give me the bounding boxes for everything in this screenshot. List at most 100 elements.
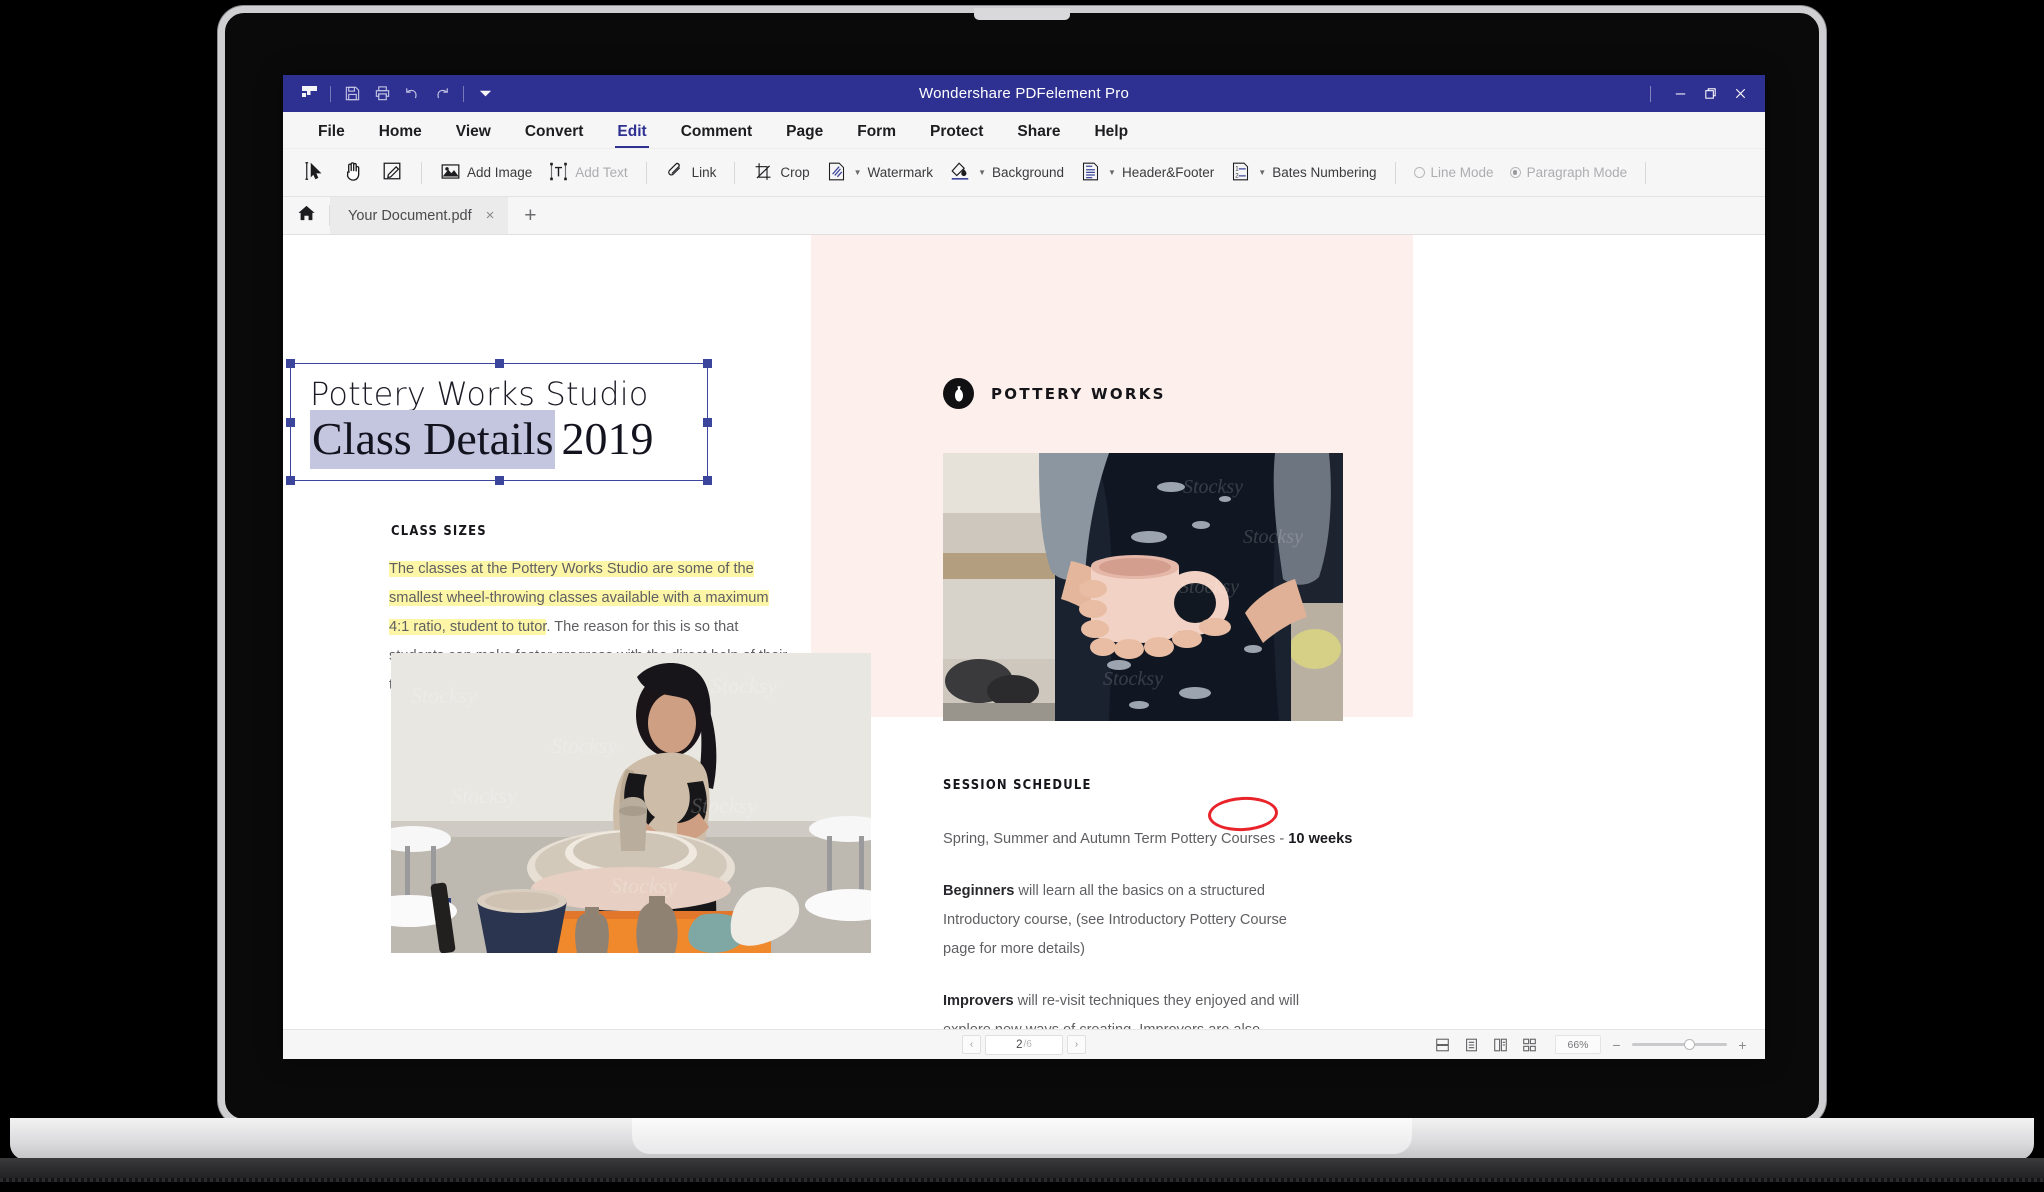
- window-controls: [1650, 79, 1765, 109]
- resize-handle-bottom-right[interactable]: [703, 476, 712, 485]
- menu-item-home[interactable]: Home: [362, 123, 439, 148]
- menu-item-view[interactable]: View: [439, 123, 508, 148]
- menu-item-form[interactable]: Form: [840, 123, 913, 148]
- photo-hands-holding-mug[interactable]: StocksyStocksy StocksyStocksy: [943, 453, 1343, 721]
- zoom-level-input[interactable]: 66%: [1555, 1035, 1601, 1054]
- document-tab[interactable]: Your Document.pdf ×: [330, 197, 508, 234]
- page-spread: Pottery Works Studio Class Details2019 C…: [283, 235, 1765, 1029]
- thumbnail-grid-icon[interactable]: [1519, 1036, 1539, 1054]
- add-text-button[interactable]: Add Text: [540, 156, 635, 190]
- menu-item-protect[interactable]: Protect: [913, 123, 1000, 148]
- pdfelement-logo-icon[interactable]: [294, 79, 324, 109]
- menu-item-file[interactable]: File: [301, 123, 362, 148]
- bates-numbering-icon: 1 2: [1230, 161, 1251, 185]
- continuous-page-icon[interactable]: [1461, 1036, 1481, 1054]
- ribbon-divider-5: [1645, 162, 1646, 184]
- line-mode-label: Line Mode: [1431, 166, 1494, 180]
- zoom-slider-handle[interactable]: [1684, 1039, 1695, 1050]
- header-footer-button[interactable]: ▼ Header&Footer: [1072, 156, 1222, 190]
- menu-item-comment[interactable]: Comment: [664, 123, 769, 148]
- header-footer-icon: [1080, 161, 1101, 185]
- svg-text:2: 2: [1236, 172, 1240, 179]
- ribbon-divider-2: [646, 162, 647, 184]
- link-button[interactable]: Link: [657, 156, 725, 190]
- crop-label: Crop: [780, 166, 809, 180]
- heading-session-schedule: SESSION SCHEDULE: [943, 777, 1092, 793]
- bates-numbering-caret-down-icon[interactable]: ▼: [1258, 168, 1266, 177]
- paragraph-improvers: Improvers will re-visit techniques they …: [943, 987, 1315, 1029]
- hand-tool[interactable]: [334, 156, 373, 190]
- select-cursor-tool[interactable]: [296, 156, 334, 190]
- title-year[interactable]: 2019: [555, 413, 653, 464]
- close-icon[interactable]: ×: [486, 207, 495, 224]
- hand-icon: [342, 160, 365, 186]
- menu-item-help[interactable]: Help: [1077, 123, 1145, 148]
- edit-page-tool[interactable]: [373, 156, 411, 190]
- header-footer-caret-down-icon[interactable]: ▼: [1108, 168, 1116, 177]
- home-tab-button[interactable]: [283, 197, 329, 234]
- watermark-icon: [826, 161, 847, 185]
- qat-divider-1: [330, 86, 331, 102]
- resize-handle-middle-left[interactable]: [286, 418, 295, 427]
- crop-button[interactable]: Crop: [745, 156, 817, 190]
- resize-handle-middle-right[interactable]: [703, 418, 712, 427]
- add-image-label: Add Image: [467, 166, 532, 180]
- pottery-works-logo-text: POTTERY WORKS: [991, 385, 1166, 403]
- window-controls-divider: [1650, 86, 1651, 102]
- minimize-button[interactable]: [1665, 79, 1695, 109]
- svg-text:Stocksy: Stocksy: [1179, 576, 1239, 598]
- redo-icon[interactable]: [427, 79, 457, 109]
- previous-page-button[interactable]: ‹: [962, 1035, 981, 1054]
- page-number-input[interactable]: 2 /6: [985, 1035, 1063, 1055]
- menu-item-share[interactable]: Share: [1000, 123, 1077, 148]
- scene: Wondershare PDFelement Pro File Home: [0, 0, 2044, 1192]
- svg-text:Stocksy: Stocksy: [411, 683, 477, 708]
- crop-icon: [753, 161, 774, 185]
- photo-hands-holding-mug-art: StocksyStocksy StocksyStocksy: [943, 453, 1343, 721]
- background-button[interactable]: ▼ Background: [941, 156, 1072, 190]
- svg-text:Stocksy: Stocksy: [1183, 476, 1243, 498]
- undo-icon[interactable]: [397, 79, 427, 109]
- current-page-value: 2: [1016, 1039, 1022, 1051]
- save-icon[interactable]: [337, 79, 367, 109]
- background-label: Background: [992, 166, 1064, 180]
- menu-item-convert[interactable]: Convert: [508, 123, 601, 148]
- document-canvas[interactable]: Pottery Works Studio Class Details2019 C…: [283, 235, 1765, 1029]
- laptop-base-lip: [632, 1118, 1412, 1154]
- resize-handle-top-middle[interactable]: [495, 359, 504, 368]
- menu-item-edit[interactable]: Edit: [600, 123, 663, 148]
- resize-handle-top-left[interactable]: [286, 359, 295, 368]
- facing-page-icon[interactable]: [1490, 1036, 1510, 1054]
- watermark-button[interactable]: ▼ Watermark: [818, 156, 941, 190]
- paragraph-mode-radio[interactable]: Paragraph Mode: [1502, 156, 1636, 190]
- photo-pottery-wheel[interactable]: StocksyStocksyStocksy StocksyStocksyStoc…: [391, 653, 871, 953]
- watermark-caret-down-icon[interactable]: ▼: [854, 168, 862, 177]
- menu-item-page[interactable]: Page: [769, 123, 840, 148]
- bates-numbering-button[interactable]: 1 2 ▼ Bates Numbering: [1222, 156, 1384, 190]
- next-page-button[interactable]: ›: [1067, 1035, 1086, 1054]
- selected-text-run[interactable]: Class Details: [310, 410, 555, 469]
- ribbon-divider-4: [1395, 162, 1396, 184]
- svg-text:Stocksy: Stocksy: [1103, 668, 1163, 690]
- document-title-line-1[interactable]: Pottery Works Studio: [310, 375, 649, 413]
- image-icon: [440, 161, 461, 185]
- line-mode-radio[interactable]: Line Mode: [1406, 156, 1502, 190]
- resize-handle-bottom-middle[interactable]: [495, 476, 504, 485]
- restore-button[interactable]: [1695, 79, 1725, 109]
- right-page-body[interactable]: Spring, Summer and Autumn Term Pottery C…: [943, 801, 1315, 1029]
- add-image-button[interactable]: Add Image: [432, 156, 540, 190]
- paragraph-mode-radio-icon: [1510, 167, 1521, 178]
- bates-numbering-label: Bates Numbering: [1272, 166, 1376, 180]
- new-tab-button[interactable]: +: [508, 197, 552, 234]
- print-icon[interactable]: [367, 79, 397, 109]
- background-caret-down-icon[interactable]: ▼: [978, 168, 986, 177]
- zoom-slider[interactable]: [1632, 1038, 1727, 1052]
- close-button[interactable]: [1725, 79, 1755, 109]
- caret-down-icon[interactable]: [470, 79, 500, 109]
- resize-handle-bottom-left[interactable]: [286, 476, 295, 485]
- resize-handle-top-right[interactable]: [703, 359, 712, 368]
- zoom-in-button[interactable]: +: [1736, 1037, 1749, 1053]
- single-page-icon[interactable]: [1432, 1036, 1452, 1054]
- zoom-out-button[interactable]: −: [1610, 1037, 1623, 1053]
- document-title-line-2[interactable]: Class Details2019: [310, 413, 653, 465]
